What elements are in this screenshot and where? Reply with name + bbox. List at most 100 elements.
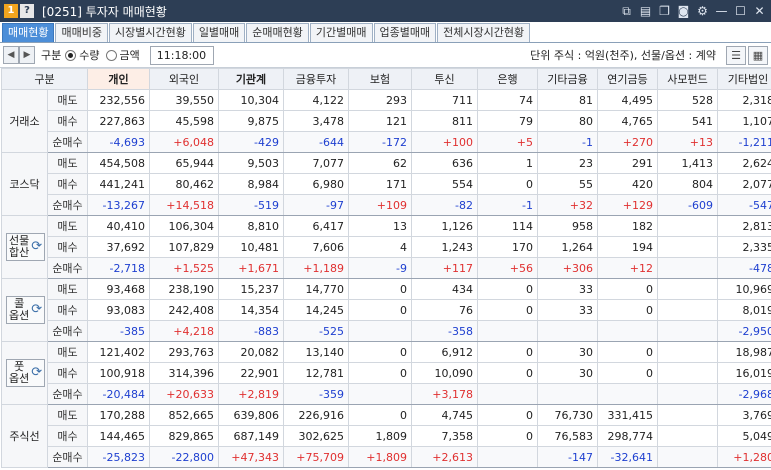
copy-icon[interactable]: ❐ — [657, 4, 672, 19]
value-cell: +32 — [537, 194, 598, 216]
table-row[interactable]: 거래소 매도 232,556 39,550 10,304 4,122 293 711 74 81 4… — [1, 89, 771, 153]
value-cell: 0 — [477, 299, 538, 321]
help-icon[interactable]: ? — [20, 4, 34, 18]
value-cell: 232,556 — [87, 89, 150, 111]
camera-icon[interactable]: ◙ — [676, 4, 691, 19]
group-cell[interactable]: 선물 합산 ⟳ — [1, 215, 48, 279]
screen-number-badge[interactable]: 1 — [4, 4, 18, 18]
close-icon[interactable]: ✕ — [752, 4, 767, 19]
refresh-icon[interactable]: ⟳ — [31, 240, 42, 253]
radio-amount[interactable]: 금액 — [105, 47, 140, 63]
header-col[interactable]: 사모펀드 — [657, 68, 718, 90]
value-cell: 0 — [348, 278, 412, 300]
next-arrow-icon[interactable]: ▶ — [19, 46, 35, 64]
table-row[interactable]: 순매수 -385 +4,218 -883 -525 -358 -2,950 — [2, 320, 771, 342]
gear-icon[interactable]: ⚙ — [695, 4, 710, 19]
tab-trading-ratio[interactable]: 매매비중 — [55, 23, 108, 42]
header-col[interactable]: 은행 — [477, 68, 538, 90]
row-kind-label: 매도 — [47, 215, 88, 237]
header-col[interactable]: 보험 — [348, 68, 412, 90]
group-toggle-button[interactable]: 콜 옵션 ⟳ — [6, 296, 46, 324]
value-cell: 33 — [537, 278, 598, 300]
table-row[interactable]: 순매수 -25,823 -22,800 +47,343 +75,709 +1,809 +2,… — [2, 446, 771, 468]
header-col[interactable]: 기타금융 — [537, 68, 598, 90]
value-cell: 194 — [597, 236, 658, 258]
value-cell: -547 — [717, 194, 771, 216]
radio-quantity[interactable]: 수량 — [65, 47, 100, 63]
table-row[interactable]: 콜 옵션 ⟳ 매도 93,468 238,190 15,237 14,770 0 434 0 33 0… — [1, 278, 771, 342]
link-icon[interactable]: ⧉ — [619, 4, 634, 19]
maximize-icon[interactable]: ☐ — [733, 4, 748, 19]
value-cell: -478 — [717, 257, 771, 279]
refresh-icon[interactable]: ⟳ — [31, 303, 42, 316]
radio-dot-icon[interactable] — [105, 49, 117, 61]
value-cell: 4 — [348, 236, 412, 258]
group-toggle-button[interactable]: 선물 합산 ⟳ — [6, 233, 46, 261]
tab-net-trading[interactable]: 순매매현황 — [246, 23, 309, 42]
table-row[interactable]: 매수 441,241 80,462 8,984 6,980 171 554 0 55 420 804… — [2, 173, 771, 195]
header-group[interactable]: 구분 — [1, 68, 88, 90]
time-input[interactable]: 11:18:00 — [149, 45, 214, 65]
value-cell: +270 — [597, 131, 658, 153]
tab-sector[interactable]: 업종별매매 — [373, 23, 437, 42]
value-cell — [657, 278, 718, 300]
value-cell: 0 — [348, 341, 412, 363]
value-cell: 81 — [537, 89, 598, 111]
header-col[interactable]: 연기금등 — [597, 68, 658, 90]
value-cell: 6,912 — [411, 341, 478, 363]
radio-dot-icon[interactable] — [65, 49, 77, 61]
value-cell: 2,624 — [717, 152, 771, 174]
minimize-icon[interactable]: — — [714, 4, 729, 19]
header-col[interactable]: 투신 — [411, 68, 478, 90]
value-cell — [657, 446, 718, 468]
header-col[interactable]: 개인 — [87, 68, 150, 90]
value-cell: +2,613 — [411, 446, 478, 468]
tab-daily[interactable]: 일별매매 — [192, 23, 246, 42]
tab-period[interactable]: 기간별매매 — [309, 23, 373, 42]
group-label: 선물 합산 — [9, 234, 30, 259]
table-row[interactable]: 매수 93,083 242,408 14,354 14,245 0 76 0 33 0 8,019 — [2, 299, 771, 321]
header-col[interactable]: 외국인 — [149, 68, 219, 90]
prev-arrow-icon[interactable]: ◀ — [3, 46, 19, 64]
radio-amount-label: 금액 — [119, 49, 140, 62]
table-row[interactable]: 매수 144,465 829,865 687,149 302,625 1,809 7,358… — [2, 425, 771, 447]
value-cell: -358 — [411, 320, 478, 342]
table-row[interactable]: 매수 227,863 45,598 9,875 3,478 121 811 79 80 4,765… — [2, 110, 771, 132]
group-cell[interactable]: 콜 옵션 ⟳ — [1, 278, 48, 342]
value-cell: 7,358 — [411, 425, 478, 447]
value-cell: 293 — [348, 89, 412, 111]
value-cell: 711 — [411, 89, 478, 111]
value-cell — [537, 383, 598, 405]
value-cell: 2,077 — [717, 173, 771, 195]
group-cell[interactable]: 풋 옵션 ⟳ — [1, 341, 48, 405]
table-row[interactable]: 선물 합산 ⟳ 매도 40,410 106,304 8,810 6,417 13 1,126 11… — [1, 215, 771, 279]
table-row[interactable]: 매수 37,692 107,829 10,481 7,606 4 1,243 170 1,264… — [2, 236, 771, 258]
header-col[interactable]: 금융투자 — [283, 68, 349, 90]
table-row[interactable]: 주식선 매도 170,288 852,665 639,806 226,916 0 4,745 0… — [1, 404, 771, 468]
table-row[interactable]: 매수 100,918 314,396 22,901 12,781 0 10,090 0 30 0 1… — [2, 362, 771, 384]
table-row[interactable]: 풋 옵션 ⟳ 매도 121,402 293,763 20,082 13,140 0 6,912 0… — [1, 341, 771, 405]
header-col[interactable]: 기관계 — [218, 68, 284, 90]
group-toggle-button[interactable]: 풋 옵션 ⟳ — [6, 359, 46, 387]
tab-all-market-time[interactable]: 전체시장시간현황 — [437, 23, 531, 42]
table-row[interactable]: 순매수 -20,484 +20,633 +2,819 -359 +3,178 -2,968 — [2, 383, 771, 405]
save-icon[interactable]: ▤ — [638, 4, 653, 19]
header-col[interactable]: 기타법인 — [717, 68, 771, 90]
table-row[interactable]: 순매수 -2,718 +1,525 +1,671 +1,189 -9 +117 +56 +306… — [2, 257, 771, 279]
value-cell: 0 — [477, 404, 538, 426]
value-cell — [657, 257, 718, 279]
tab-trading-status[interactable]: 매매현황 — [2, 23, 55, 42]
value-cell: -1,211 — [717, 131, 771, 153]
refresh-icon[interactable]: ⟳ — [31, 366, 42, 379]
table-row[interactable]: 순매수 -4,693 +6,048 -429 -644 -172 +100 +5 -1 +270 +… — [2, 131, 771, 153]
value-cell: 0 — [477, 362, 538, 384]
table-row[interactable]: 코스닥 매도 454,508 65,944 9,503 7,077 62 636 1 23 291 1… — [1, 152, 771, 216]
table-row[interactable]: 순매수 -13,267 +14,518 -519 -97 +109 -82 -1 +32 +129… — [2, 194, 771, 216]
excel-export-icon[interactable]: ▦ — [748, 45, 768, 65]
value-cell: +20,633 — [149, 383, 219, 405]
value-cell: 4,495 — [597, 89, 658, 111]
value-cell: 7,077 — [283, 152, 349, 174]
list-view-icon[interactable]: ☰ — [726, 45, 746, 65]
tab-market-time[interactable]: 시장별시간현황 — [108, 23, 192, 42]
title-bar: 1 ? [0251] 투자자 매매현황 ⧉ ▤ ❐ ◙ ⚙ — ☐ ✕ — [0, 0, 771, 22]
